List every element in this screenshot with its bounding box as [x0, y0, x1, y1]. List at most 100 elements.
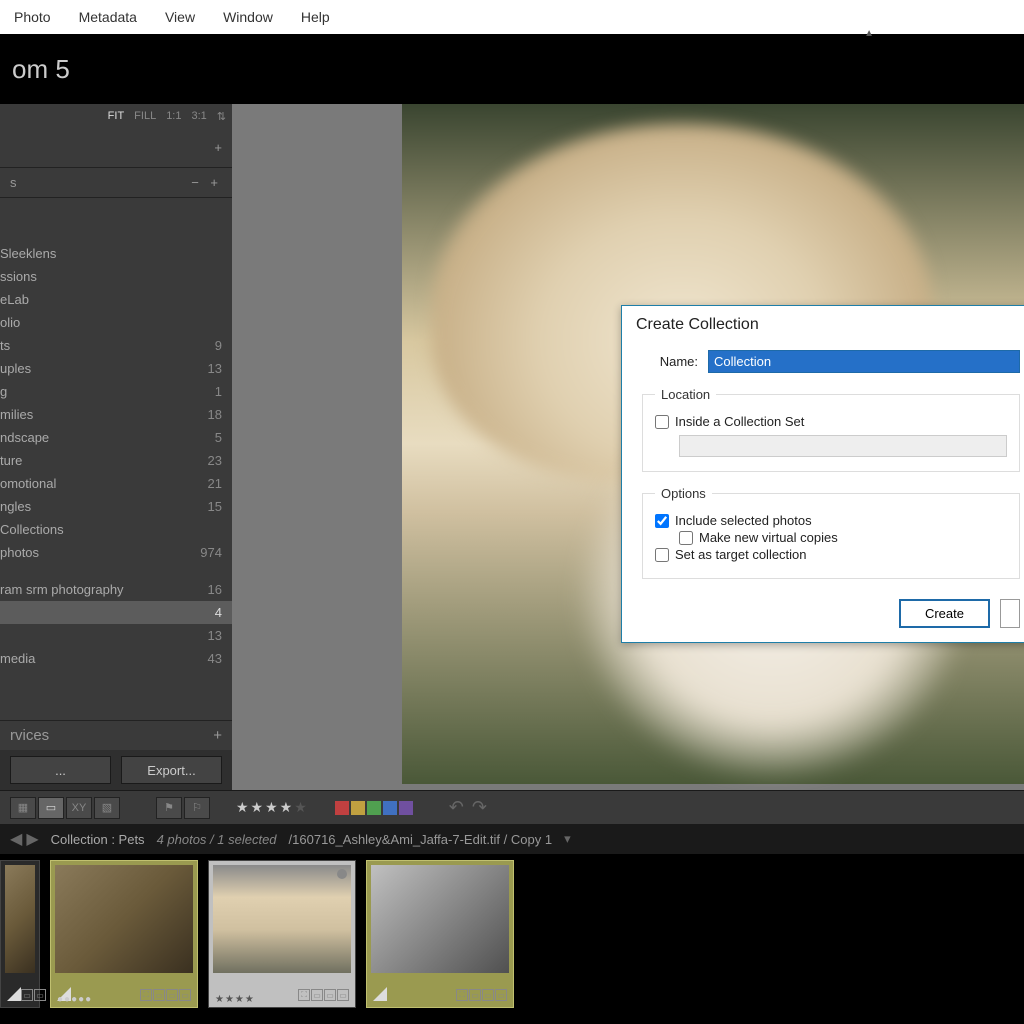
panel-collapse-arrow-icon[interactable]: ▲	[864, 28, 874, 39]
nav-back-icon[interactable]: ◀	[10, 829, 22, 849]
collection-path[interactable]: Collection : Pets	[51, 832, 145, 847]
dropdown-icon[interactable]: ▾	[564, 831, 571, 847]
badge-icon: ⛶	[140, 989, 152, 1001]
list-item[interactable]: ngles15	[0, 495, 232, 518]
color-red[interactable]	[335, 801, 349, 815]
rating-stars[interactable]: ★★★★★	[236, 799, 309, 816]
virtual-copies-checkbox[interactable]	[679, 531, 693, 545]
zoom-fill[interactable]: FILL	[134, 110, 156, 122]
badge-icon: ▭	[495, 989, 507, 1001]
thumbnail[interactable]: ⛶▭▭▭ ★★★★	[208, 860, 356, 1008]
include-label: Include selected photos	[675, 513, 812, 528]
badge-icon: ▭	[34, 989, 46, 1001]
thumbnail[interactable]: ▭▭	[0, 860, 40, 1008]
thumbnail[interactable]: ⛶▭▭▭	[366, 860, 514, 1008]
list-item[interactable]: g1	[0, 380, 232, 403]
zoom-stepper-icon[interactable]: ⇅	[217, 110, 226, 123]
create-button[interactable]: Create	[899, 599, 990, 628]
list-item[interactable]: milies18	[0, 403, 232, 426]
thumb-rating: ●●●●●	[57, 994, 92, 1005]
inside-set-label: Inside a Collection Set	[675, 414, 804, 429]
flag-group: ⚑ ⚐	[156, 797, 210, 819]
thumbnail-selected[interactable]: ⛶▭▭▭ ●●●●●	[50, 860, 198, 1008]
include-selected-checkbox[interactable]	[655, 514, 669, 528]
list-item[interactable]: eLab	[0, 288, 232, 311]
target-collection-checkbox[interactable]	[655, 548, 669, 562]
zoom-3-1[interactable]: 3:1	[191, 110, 206, 122]
list-item[interactable]: ndscape5	[0, 426, 232, 449]
badge-icon: ▭	[324, 989, 336, 1001]
list-item[interactable]: 13	[0, 624, 232, 647]
list-item[interactable]: photos974	[0, 541, 232, 564]
export-button[interactable]: Export...	[121, 756, 222, 784]
collections-header[interactable]: s − +	[0, 168, 232, 198]
zoom-controls: FIT FILL 1:1 3:1 ⇅	[0, 104, 232, 128]
options-fieldset: Options Include selected photos Make new…	[642, 486, 1020, 579]
options-legend: Options	[655, 486, 712, 501]
inside-collection-set-checkbox[interactable]	[655, 415, 669, 429]
filmstrip[interactable]: ▭▭ ⛶▭▭▭ ●●●●● ⛶▭▭▭ ★★★★ ⛶▭▭▭	[0, 854, 1024, 1024]
list-item[interactable]: media43	[0, 647, 232, 670]
menu-metadata[interactable]: Metadata	[65, 9, 151, 25]
target-label: Set as target collection	[675, 547, 807, 562]
list-item[interactable]: uples13	[0, 357, 232, 380]
badge-icon: ▭	[311, 989, 323, 1001]
bottom-toolbar: ▦ ▭ XY ▧ ⚑ ⚐ ★★★★★ ↶ ↷	[0, 790, 1024, 824]
rotate-cw-icon[interactable]: ↷	[472, 797, 487, 818]
loupe-view-icon[interactable]: ▭	[38, 797, 64, 819]
survey-view-icon[interactable]: ▧	[94, 797, 120, 819]
selection-count: 4 photos / 1 selected	[157, 832, 277, 847]
zoom-1-1[interactable]: 1:1	[166, 110, 181, 122]
nav-forward-icon[interactable]: ▶	[26, 829, 38, 849]
location-legend: Location	[655, 387, 716, 402]
list-item[interactable]: omotional21	[0, 472, 232, 495]
list-item[interactable]: ture23	[0, 449, 232, 472]
stack-badge-icon	[373, 987, 387, 1001]
rotate-ccw-icon[interactable]: ↶	[449, 797, 464, 818]
panel-plus-minus-icon[interactable]: − +	[191, 175, 222, 190]
color-blue[interactable]	[383, 801, 397, 815]
menu-window[interactable]: Window	[209, 9, 287, 25]
zoom-fit[interactable]: FIT	[108, 110, 125, 122]
collection-name-input[interactable]	[708, 350, 1020, 373]
collections-list: Sleeklens ssions eLab olio ts9 uples13 g…	[0, 238, 232, 720]
location-fieldset: Location Inside a Collection Set	[642, 387, 1020, 472]
flag-pick-icon[interactable]: ⚑	[156, 797, 182, 819]
compare-view-icon[interactable]: XY	[66, 797, 92, 819]
list-item-selected[interactable]: 4	[0, 601, 232, 624]
menu-photo[interactable]: Photo	[0, 9, 65, 25]
add-icon[interactable]: +	[213, 727, 222, 744]
panel-label: s	[10, 175, 17, 190]
badge-icon: ⛶	[298, 989, 310, 1001]
color-purple[interactable]	[399, 801, 413, 815]
thumbnail-image	[213, 865, 351, 973]
cancel-button[interactable]	[1000, 599, 1020, 628]
publish-services-header[interactable]: rvices +	[0, 720, 232, 750]
sync-badge-icon	[337, 869, 347, 879]
menu-help[interactable]: Help	[287, 9, 344, 25]
color-green[interactable]	[367, 801, 381, 815]
list-item[interactable]: olio	[0, 311, 232, 334]
list-item[interactable]: ts9	[0, 334, 232, 357]
add-icon[interactable]: +	[214, 140, 222, 155]
list-item[interactable]: ssions	[0, 265, 232, 288]
thumbnail-image	[5, 865, 35, 973]
panel-section: +	[0, 128, 232, 168]
list-item[interactable]: ram srm photography16	[0, 578, 232, 601]
app-title: om 5	[12, 54, 70, 85]
virtual-label: Make new virtual copies	[699, 530, 838, 545]
services-label: rvices	[10, 727, 49, 744]
collection-set-combo[interactable]	[679, 435, 1007, 457]
color-labels	[335, 801, 413, 815]
grid-view-icon[interactable]: ▦	[10, 797, 36, 819]
badge-icon: ▭	[179, 989, 191, 1001]
sidebar-buttons: ... Export...	[0, 750, 232, 790]
menu-view[interactable]: View	[151, 9, 209, 25]
flag-reject-icon[interactable]: ⚐	[184, 797, 210, 819]
badge-icon: ▭	[166, 989, 178, 1001]
list-item[interactable]: Collections	[0, 518, 232, 541]
color-yellow[interactable]	[351, 801, 365, 815]
list-item[interactable]: Sleeklens	[0, 242, 232, 265]
stack-badge-icon	[7, 987, 21, 1001]
import-button[interactable]: ...	[10, 756, 111, 784]
